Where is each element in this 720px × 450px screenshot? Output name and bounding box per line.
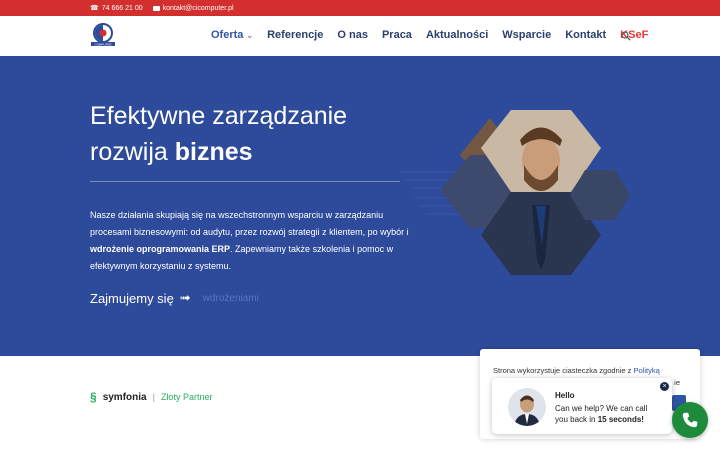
nav-item-wsparcie[interactable]: Wsparcie: [502, 29, 551, 41]
nav-item-praca[interactable]: Praca: [382, 29, 412, 41]
cta-rotating-word: wdrożeniami: [202, 292, 259, 304]
desc-part1: Nasze działania skupiają się na wszechst…: [90, 210, 409, 237]
partner-level: Złoty Partner: [160, 392, 213, 402]
hero-title-line2: rozwija biznes: [90, 134, 420, 170]
nav-item-o-nas[interactable]: O nas: [337, 29, 368, 41]
nav-label-oferta: Oferta: [211, 29, 244, 41]
nav-label-aktualnosci: Aktualności: [425, 29, 489, 41]
cookie-policy-link[interactable]: Polityką: [633, 366, 659, 375]
search-icon[interactable]: [621, 31, 631, 41]
avatar: [508, 388, 546, 426]
logo-text: COMPUTER: [94, 42, 112, 46]
hero-title: Efektywne zarządzanie rozwija biznes: [90, 98, 420, 170]
phone-icon: ☎: [90, 5, 99, 12]
symfonia-logo-icon: §: [90, 390, 97, 404]
desc-bold: wdrożenie oprogramowania ERP: [90, 244, 231, 254]
mail-icon: [152, 5, 160, 11]
nav-item-oferta[interactable]: Oferta ⌄: [211, 29, 253, 41]
chat-msg-bold: 15 seconds!: [597, 415, 644, 424]
chat-message: Can we help? We can call you back in 15 …: [555, 403, 660, 425]
email-contact[interactable]: kontakt@cicomputer.pl: [152, 4, 234, 12]
close-icon[interactable]: ×: [660, 382, 669, 391]
phone-contact[interactable]: ☎ 74 666 21 00: [90, 4, 143, 13]
hero-title-bold: biznes: [174, 138, 253, 166]
partner-brand: symfonia: [102, 391, 147, 403]
call-button[interactable]: [672, 402, 708, 438]
hero-description: Nasze działania skupiają się na wszechst…: [90, 207, 410, 275]
nav-label-kontakt: Kontakt: [565, 29, 607, 41]
cookie-text-more: ie: [674, 378, 680, 387]
hero-title-line1: Efektywne zarządzanie: [90, 102, 348, 130]
partner-separator: |: [152, 392, 155, 402]
nav-label-referencje: Referencje: [267, 29, 324, 41]
hero-divider: [90, 181, 400, 182]
arrow-right-icon: ➟: [179, 290, 191, 305]
cta-text: Zajmujemy się: [90, 290, 174, 306]
cookie-text-body: Strona wykorzystuje ciasteczka zgodnie z: [493, 366, 634, 375]
email-address: kontakt@cicomputer.pl: [162, 4, 234, 12]
phone-number: 74 666 21 00: [101, 4, 143, 12]
nav-label-wsparcie: Wsparcie: [502, 29, 552, 41]
nav-item-referencje[interactable]: Referencje: [267, 29, 323, 41]
hero-title-plain: rozwija: [90, 138, 175, 166]
chat-hello: Hello: [555, 391, 575, 400]
chevron-down-icon: ⌄: [246, 30, 254, 40]
nav-label-praca: Praca: [381, 29, 412, 41]
main-nav: Oferta ⌄ Referencje O nas Praca Aktualno…: [211, 29, 662, 41]
hero-cta: Zajmujemy się ➟ wdrożeniami: [90, 290, 259, 306]
company-logo[interactable]: COMPUTER: [90, 23, 116, 47]
site-header: COMPUTER Oferta ⌄ Referencje O nas Praca…: [0, 16, 720, 56]
nav-item-kontakt[interactable]: Kontakt: [565, 29, 606, 41]
callback-widget[interactable]: Hello Can we help? We can call you back …: [492, 378, 672, 434]
hero-hexagon-illustration: [400, 110, 630, 275]
top-contact-bar: ☎ 74 666 21 00 kontakt@cicomputer.pl: [0, 0, 720, 16]
nav-item-aktualnosci[interactable]: Aktualności: [426, 29, 488, 41]
phone-icon: [682, 412, 698, 428]
partner-badge: § symfonia | Złoty Partner: [90, 390, 212, 404]
cookie-text: Strona wykorzystuje ciasteczka zgodnie z…: [493, 366, 660, 375]
nav-label-o-nas: O nas: [337, 29, 368, 41]
